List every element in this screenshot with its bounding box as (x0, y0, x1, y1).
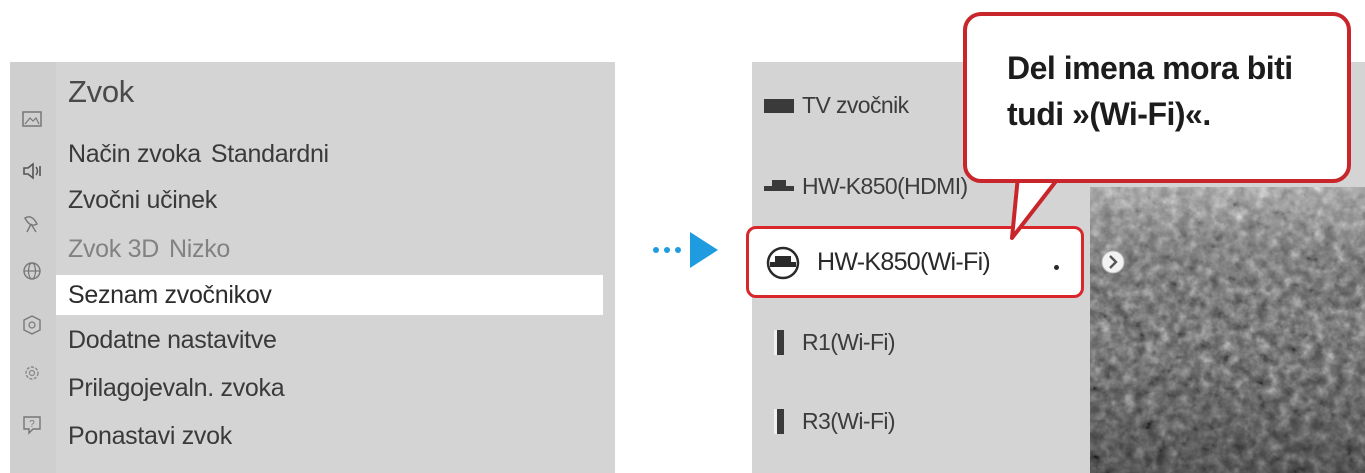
background-photo (1090, 187, 1365, 473)
tv-icon (762, 90, 796, 120)
callout-text-line2: tudi »(Wi-Fi)«. (1007, 96, 1211, 132)
menu-item-value: Nizko (168, 234, 230, 263)
sound-icon[interactable] (21, 160, 43, 182)
menu-item-label: Zvok 3D (68, 234, 159, 263)
speaker-item-label: HW-K850(Wi-Fi) (817, 248, 991, 276)
system-icon[interactable] (21, 314, 43, 336)
menu-item-speaker-list[interactable]: Seznam zvočnikov (56, 275, 603, 315)
speaker-item-hw-k850-hdmi[interactable]: HW-K850(HDMI) (762, 165, 968, 207)
callout-text-line1: Del imena mora biti (1007, 50, 1293, 86)
menu-item-sound-effect[interactable]: Zvočni učinek (56, 180, 603, 220)
menu-item-sound-mode[interactable]: Način zvoka Standardni (56, 134, 603, 174)
menu-item-label: Prilagojevaln. zvoka (68, 373, 285, 402)
callout-tail (1010, 176, 1062, 240)
menu-item-3d-sound[interactable]: Zvok 3D Nizko (56, 229, 603, 269)
menu-item-reset-sound[interactable]: Ponastavi zvok (56, 416, 603, 456)
settings-sidebar: ? (10, 62, 56, 473)
svg-text:?: ? (29, 419, 35, 430)
settings-icon[interactable] (21, 362, 43, 384)
menu-item-label: Zvočni učinek (68, 185, 217, 214)
callout-bubble: Del imena mora biti tudi »(Wi-Fi)«. (963, 12, 1351, 183)
menu-item-expert-settings[interactable]: Dodatne nastavitve (56, 320, 603, 360)
speaker-item-tv[interactable]: TV zvočnik (762, 84, 909, 126)
broadcast-icon[interactable] (21, 212, 43, 234)
speaker-icon (762, 327, 796, 357)
menu-item-label: Dodatne nastavitve (68, 325, 277, 354)
speaker-item-label: R1(Wi-Fi) (802, 328, 896, 355)
chevron-right-icon[interactable] (1100, 249, 1126, 275)
speaker-item-r3[interactable]: R3(Wi-Fi) (762, 400, 896, 442)
menu-title: Zvok (68, 74, 134, 109)
speaker-item-label: R3(Wi-Fi) (802, 407, 896, 434)
speaker-item-label: HW-K850(HDMI) (802, 172, 968, 199)
menu-item-label: Način zvoka (68, 139, 201, 168)
soundbar-icon (762, 171, 796, 201)
network-icon[interactable] (21, 260, 43, 282)
menu-item-value: Standardni (210, 139, 329, 168)
menu-item-sound-customizer[interactable]: Prilagojevaln. zvoka (56, 368, 603, 408)
sound-settings-panel: ? Zvok Način zvoka Standardni Zvočni uči… (10, 62, 615, 473)
menu-item-label: Ponastavi zvok (68, 421, 232, 450)
picture-icon[interactable] (21, 108, 43, 130)
wifi-speaker-icon (766, 246, 800, 280)
speaker-item-label: TV zvočnik (802, 91, 909, 118)
speaker-item-r1[interactable]: R1(Wi-Fi) (762, 321, 896, 363)
selected-indicator-dot (1054, 265, 1059, 270)
speaker-icon (762, 406, 796, 436)
menu-item-label: Seznam zvočnikov (68, 280, 272, 309)
next-step-arrow-icon (653, 232, 718, 268)
support-icon[interactable]: ? (21, 414, 43, 436)
